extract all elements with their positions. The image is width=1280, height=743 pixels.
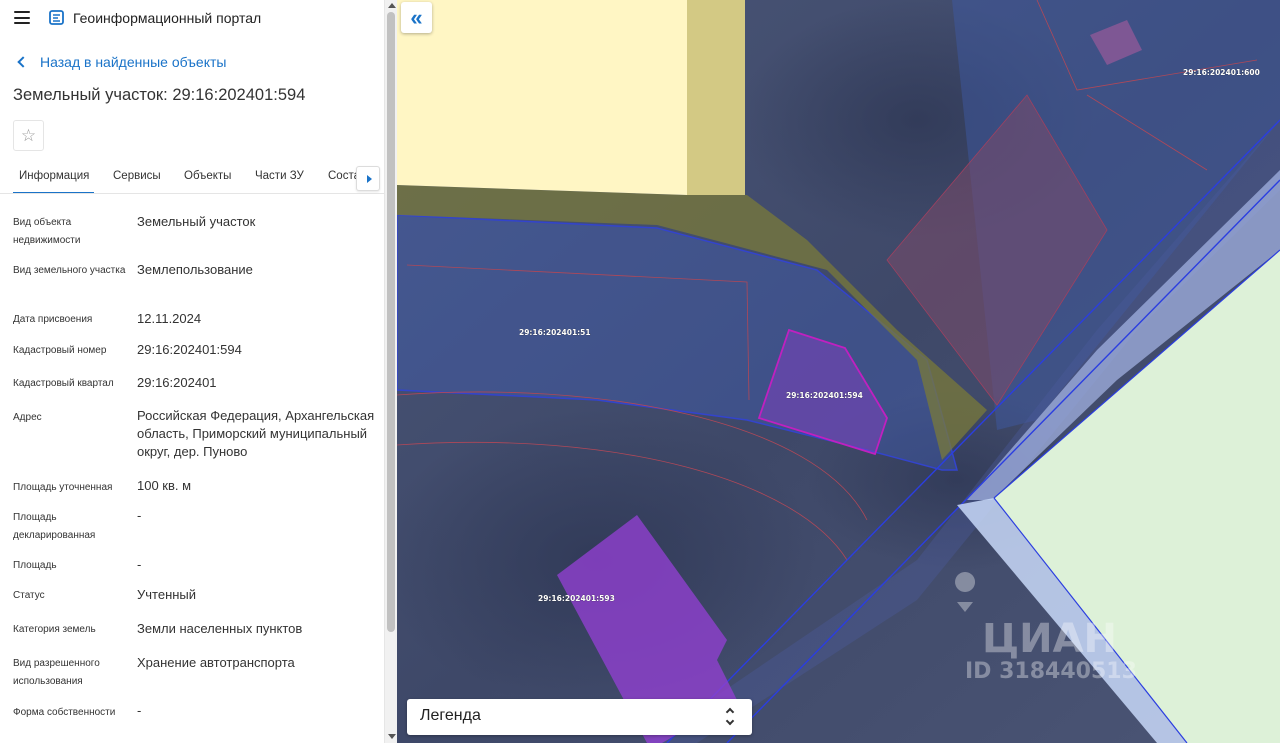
field-value-parcel-type: Землепользование [137,262,253,277]
app-title: Геоинформационный портал [73,10,262,26]
field-value-cadastral-number: 29:16:202401:594 [137,342,242,357]
tab-services[interactable]: Сервисы [113,170,161,182]
watermark-id: ID 318440513 [965,659,1137,684]
chevron-left-icon [17,56,29,68]
watermark-brand: ЦИАН [982,616,1117,662]
app-root: Геоинформационный портал Назад в найденн… [0,0,1280,743]
field-label-object-type: Вид объекта недвижимости [13,217,81,246]
parcel-label-51: 29:16:202401:51 [519,328,591,337]
field-value-cadastral-quarter: 29:16:202401 [137,375,217,390]
legend-dropdown[interactable]: Легенда [407,699,752,735]
map-canvas[interactable]: 29:16:202401:51 29:16:202401:594 29:16:2… [397,0,1280,743]
info-panel: Геоинформационный портал Назад в найденн… [0,0,384,743]
field-value-permitted-use: Хранение автотранспорта [137,655,295,670]
field-value-area-specified: 100 кв. м [137,478,192,493]
tab-objects[interactable]: Объекты [184,170,231,182]
field-label-permitted-use: Вид разрешенного использования [13,658,100,687]
portal-logo-icon [49,10,64,25]
field-label-cadastral-number: Кадастровый номер [13,345,107,356]
field-label-parcel-type: Вид земельного участка [13,265,126,276]
parcel-label-594: 29:16:202401:594 [786,391,863,400]
collapse-panel-button[interactable]: « [401,2,432,33]
parcel-label-593: 29:16:202401:593 [538,594,615,603]
scroll-down-icon[interactable] [388,734,396,739]
field-value-object-type: Земельный участок [137,214,256,229]
zone-yellow-edge [687,0,745,195]
back-to-results-link[interactable]: Назад в найденные объекты [17,54,226,70]
field-value-status: Учтенный [137,587,197,602]
field-value-address: Российская Федерация, Архангельская обла… [137,408,375,459]
updown-chevron-icon [725,707,735,726]
field-label-area: Площадь [13,560,57,571]
tab-parts[interactable]: Части ЗУ [255,170,304,182]
scrollbar-thumb[interactable] [387,12,395,632]
field-label-address: Адрес [13,412,42,423]
tab-bar: Информация Сервисы Объекты Части ЗУ Сост… [0,162,384,194]
field-value-ownership-form: - [137,703,142,718]
scroll-up-icon[interactable] [388,3,396,8]
legend-label: Легенда [420,707,481,724]
active-tab-indicator [13,192,94,193]
tab-information[interactable]: Информация [19,170,89,182]
panel-scrollbar[interactable] [384,0,397,743]
favorite-button[interactable]: ☆ [13,120,44,151]
field-value-land-category: Земли населенных пунктов [137,621,303,636]
field-value-area-declared: - [137,508,142,523]
object-title: Земельный участок: 29:16:202401:594 [13,86,306,104]
top-bar: Геоинформационный портал [0,0,384,36]
field-value-assignment-date: 12.11.2024 [137,311,202,326]
back-link-label: Назад в найденные объекты [40,54,227,70]
field-label-area-declared: Площадь декларированная [13,512,96,541]
map-view[interactable]: 29:16:202401:51 29:16:202401:594 29:16:2… [397,0,1280,743]
field-value-area: - [137,557,142,572]
menu-icon[interactable] [14,11,30,24]
double-chevron-left-icon: « [410,4,423,30]
star-icon: ☆ [20,125,37,145]
field-label-land-category: Категория земель [13,624,96,635]
field-label-cadastral-quarter: Кадастровый квартал [13,378,114,389]
field-label-area-specified: Площадь уточненная [13,482,113,493]
field-label-status: Статус [13,590,45,601]
field-label-ownership-form: Форма собственности [13,707,116,718]
parcel-label-600: 29:16:202401:600 [1183,68,1260,77]
tabs-scroll-right-button[interactable] [356,166,380,191]
field-label-assignment-date: Дата присвоения [13,314,93,325]
caret-right-icon [366,174,372,183]
